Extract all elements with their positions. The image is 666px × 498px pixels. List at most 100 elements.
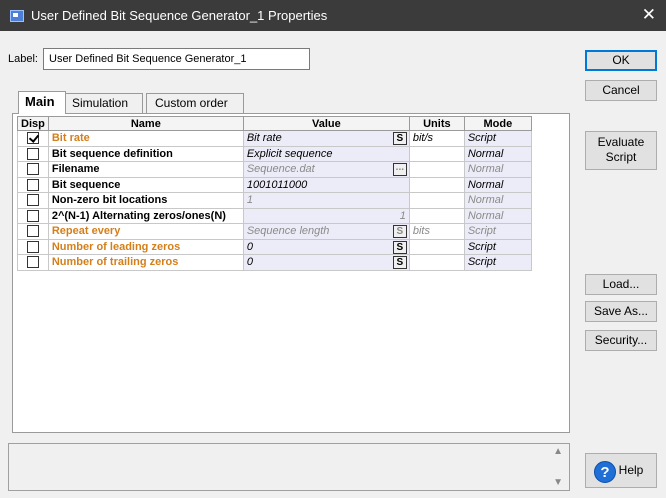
param-value[interactable]: 1: [242, 192, 410, 209]
param-mode[interactable]: Normal: [463, 161, 532, 178]
disp-cell: [17, 145, 49, 162]
disp-checkbox[interactable]: [26, 256, 39, 269]
param-name: Bit rate: [47, 130, 244, 147]
title-bar: User Defined Bit Sequence Generator_1 Pr…: [0, 0, 666, 31]
param-mode[interactable]: Script: [463, 223, 532, 240]
disp-checkbox[interactable]: [26, 209, 39, 222]
disp-checkbox[interactable]: [26, 147, 39, 160]
table-row: Number of leading zeros 0 S Script: [17, 238, 532, 255]
tab-custom-order[interactable]: Custom order: [146, 93, 244, 113]
header-value: Value: [242, 116, 410, 131]
parameters-panel: Disp Name Value Units Mode Bit rate Bit r…: [12, 113, 570, 433]
param-units: [408, 145, 465, 162]
param-value-text: 1001011000: [246, 178, 308, 191]
param-value-text: Bit rate: [246, 132, 282, 145]
cancel-button[interactable]: Cancel: [585, 80, 657, 101]
dialog-body: Label: OK Cancel Evaluate Script Load...…: [0, 31, 666, 498]
param-value[interactable]: Sequence.dat...: [242, 161, 410, 178]
save-as-button[interactable]: Save As...: [585, 301, 657, 322]
header-name: Name: [47, 116, 244, 131]
param-value[interactable]: Bit rate S: [242, 130, 410, 147]
param-name: Repeat every: [47, 223, 244, 240]
param-units: bit/s: [408, 130, 465, 147]
evaluate-script-label-line1: Evaluate: [597, 135, 645, 149]
script-button[interactable]: S: [392, 225, 407, 238]
param-units: [408, 207, 465, 224]
security-button-label: Security...: [594, 333, 648, 347]
evaluate-script-button[interactable]: Evaluate Script: [585, 131, 657, 170]
table-row: Bit rate Bit rate Sbit/s Script: [17, 130, 532, 147]
param-mode[interactable]: Script: [463, 238, 532, 255]
param-mode[interactable]: Normal: [463, 145, 532, 162]
table-row: Non-zero bit locations 1 Normal: [17, 192, 532, 209]
label-input[interactable]: [43, 48, 310, 70]
param-name: Bit sequence definition: [47, 145, 244, 162]
browse-button[interactable]: ...: [392, 163, 407, 176]
window-title: User Defined Bit Sequence Generator_1 Pr…: [31, 8, 328, 23]
script-button[interactable]: S: [392, 256, 407, 269]
param-mode[interactable]: Normal: [463, 176, 532, 193]
ok-button-label: OK: [612, 53, 630, 67]
disp-cell: [17, 207, 49, 224]
disp-cell: [17, 161, 49, 178]
save-as-button-label: Save As...: [593, 304, 649, 318]
param-mode[interactable]: Script: [463, 254, 532, 271]
param-value-text: Sequence length: [246, 225, 330, 238]
close-icon[interactable]: ✕: [642, 5, 656, 25]
param-value-text: 0: [246, 240, 253, 253]
disp-cell: [17, 192, 49, 209]
param-units: [408, 192, 465, 209]
param-units: bits: [408, 223, 465, 240]
param-units: [408, 238, 465, 255]
help-button[interactable]: ? Help: [585, 453, 657, 488]
label-caption: Label:: [8, 53, 38, 65]
param-value[interactable]: 0S: [242, 254, 410, 271]
table-row: Number of trailing zeros 0 S Script: [17, 254, 532, 271]
param-value[interactable]: 0S: [242, 238, 410, 255]
disp-checkbox[interactable]: [26, 194, 39, 207]
security-button[interactable]: Security...: [585, 330, 657, 351]
table-row: Bit sequence 1001011000 Normal: [17, 176, 532, 193]
disp-checkbox[interactable]: [26, 163, 39, 176]
disp-cell: [17, 223, 49, 240]
param-mode[interactable]: Normal: [463, 207, 532, 224]
disp-checkbox[interactable]: [26, 132, 39, 145]
app-window-icon: [10, 10, 24, 22]
param-mode[interactable]: Normal: [463, 192, 532, 209]
param-name: Non-zero bit locations: [47, 192, 244, 209]
param-units: [408, 176, 465, 193]
param-name: Number of trailing zeros: [47, 254, 244, 271]
scroll-down-icon[interactable]: ▼: [553, 477, 563, 488]
param-value[interactable]: 1: [242, 207, 410, 224]
param-value-text: Sequence.dat: [246, 163, 315, 176]
load-button[interactable]: Load...: [585, 274, 657, 295]
header-mode: Mode: [463, 116, 532, 131]
param-value-text: 1: [399, 209, 406, 222]
script-button[interactable]: S: [392, 132, 407, 145]
disp-checkbox[interactable]: [26, 240, 39, 253]
table-row: 2^(N-1) Alternating zeros/ones(N) 1 Normal: [17, 207, 532, 224]
description-box: ▲ ▼: [8, 443, 570, 491]
param-value[interactable]: Explicit sequence: [242, 145, 410, 162]
tab-simulation[interactable]: Simulation: [65, 93, 143, 113]
scroll-up-icon[interactable]: ▲: [553, 446, 563, 457]
param-value[interactable]: 1001011000: [242, 176, 410, 193]
param-mode[interactable]: Script: [463, 130, 532, 147]
table-row: Repeat every Sequence length Sbits Script: [17, 223, 532, 240]
script-button[interactable]: S: [392, 240, 407, 254]
load-button-label: Load...: [602, 277, 640, 291]
param-value-text: 1: [246, 194, 253, 207]
ok-button[interactable]: OK: [585, 50, 657, 71]
param-name: Bit sequence: [47, 176, 244, 193]
tab-main[interactable]: Main: [18, 91, 66, 114]
param-value[interactable]: Sequence length S: [242, 223, 410, 240]
cancel-button-label: Cancel: [602, 83, 640, 97]
disp-checkbox[interactable]: [26, 178, 39, 191]
evaluate-script-label-line2: Script: [605, 150, 637, 164]
table-row: Filename Sequence.dat... Normal: [17, 161, 532, 178]
param-value-text: Explicit sequence: [246, 147, 333, 160]
param-value-text: 0: [246, 256, 253, 269]
disp-cell: [17, 238, 49, 255]
disp-checkbox[interactable]: [26, 225, 39, 238]
disp-cell: [17, 254, 49, 271]
